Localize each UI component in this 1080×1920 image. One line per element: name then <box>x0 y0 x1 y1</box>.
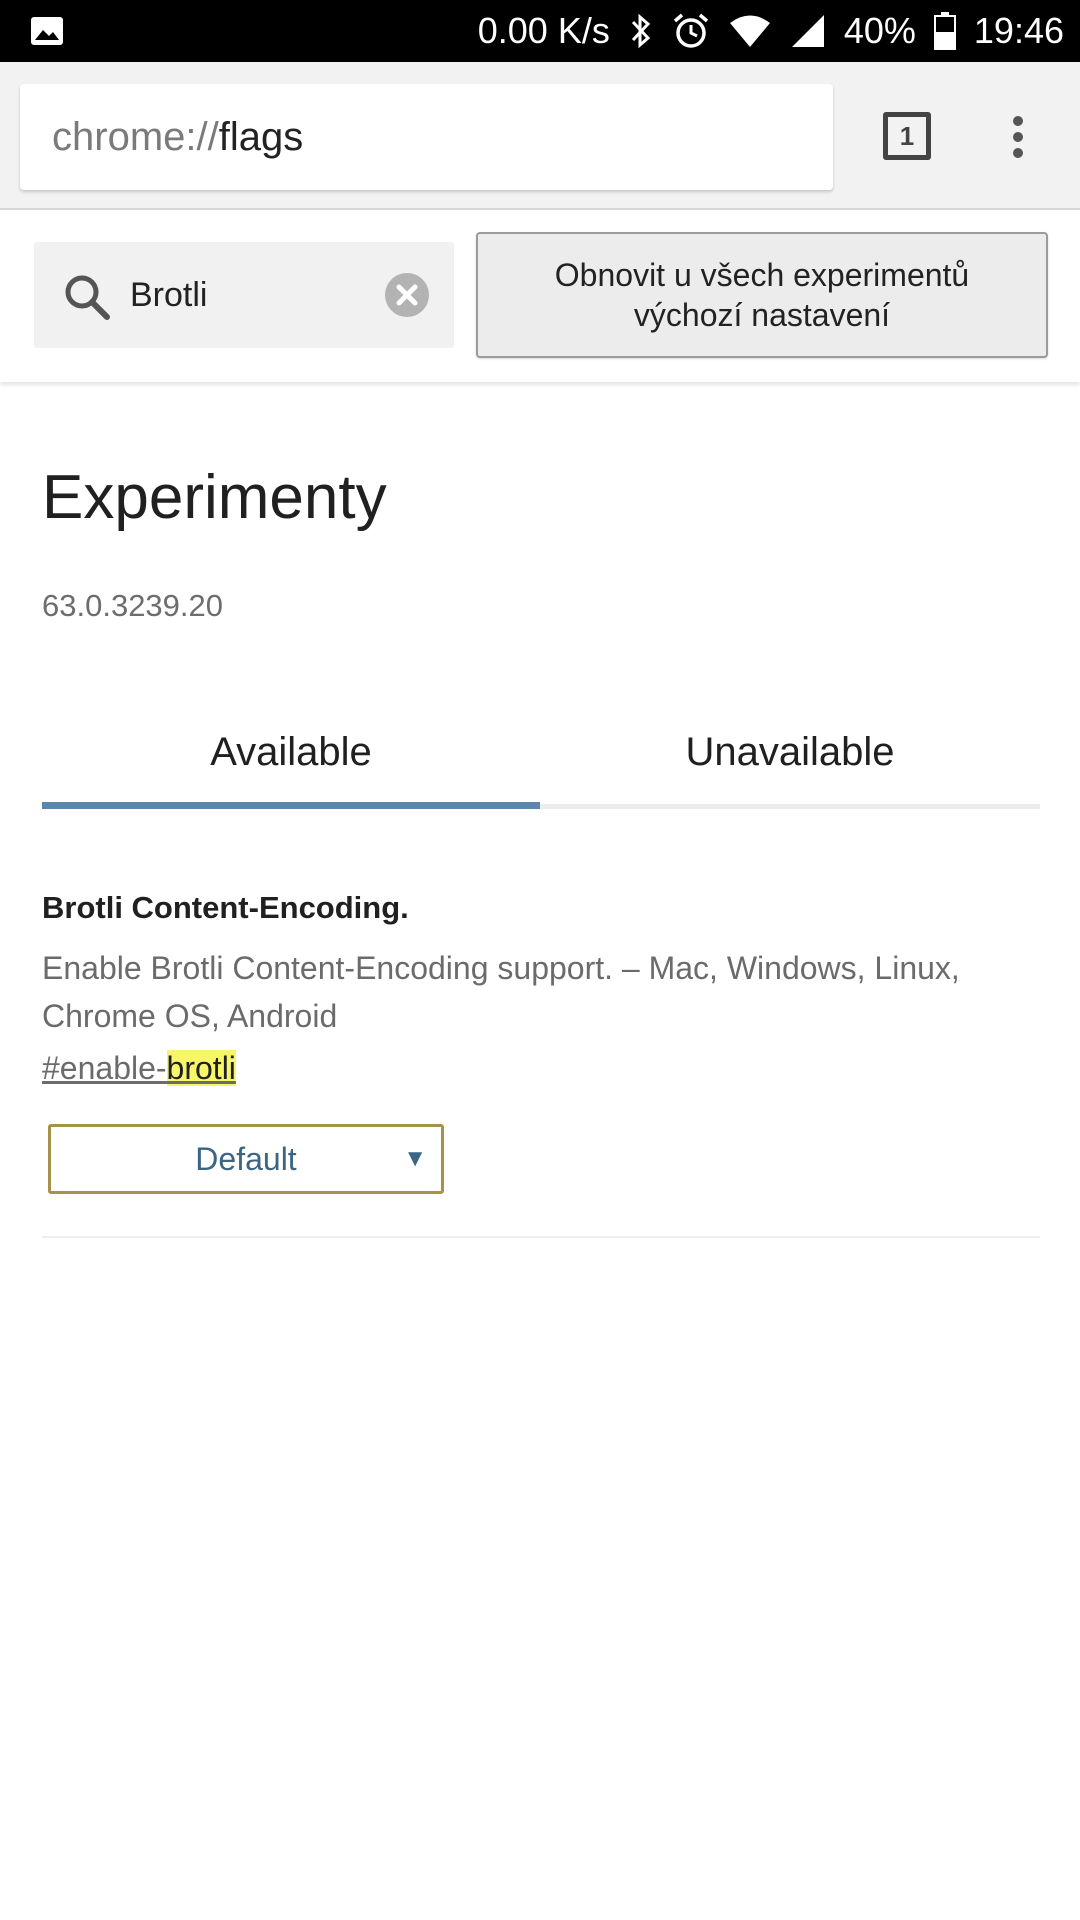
clock: 19:46 <box>973 10 1064 51</box>
tab-unavailable[interactable]: Unavailable <box>540 700 1040 804</box>
selected-option: Default <box>195 1140 297 1177</box>
experiment-permalink[interactable]: #enable-brotli <box>42 1044 236 1092</box>
permalink-highlight: brotli <box>166 1050 236 1086</box>
status-bar: 0.00 K/s 40% 19:46 <box>0 0 1080 62</box>
battery-level: 40% <box>843 10 916 51</box>
address-bar[interactable]: chrome://flags <box>20 84 833 190</box>
search-icon <box>65 275 110 320</box>
image-icon <box>31 17 63 45</box>
reset-button-line1: Obnovit u všech experimentů <box>554 257 970 293</box>
experiment-description: Enable Brotli Content-Encoding support. … <box>42 950 960 1034</box>
reset-all-button[interactable]: Obnovit u všech experimentů výchozí nast… <box>476 232 1048 358</box>
menu-dot-icon <box>1013 148 1023 158</box>
dropdown-arrow-icon: ▼ <box>403 1145 427 1172</box>
clear-search-icon[interactable] <box>384 272 430 318</box>
search-input[interactable] <box>130 242 370 348</box>
wifi-icon <box>729 15 770 47</box>
experiment-item: Brotli Content-Encoding. Enable Brotli C… <box>42 890 1040 1194</box>
url-scheme: chrome:// <box>52 114 219 159</box>
reset-button-line2: výchozí nastavení <box>633 297 891 333</box>
version-label: 63.0.3239.20 <box>42 588 224 623</box>
network-speed: 0.00 K/s <box>477 10 610 51</box>
bluetooth-icon <box>631 13 650 49</box>
tab-available[interactable]: Available <box>42 700 540 804</box>
tab-count: 1 <box>899 120 915 151</box>
page-title: Experimenty <box>42 463 387 532</box>
menu-dot-icon <box>1013 116 1023 126</box>
search-box <box>34 242 454 348</box>
tab-switcher-button[interactable]: 1 <box>883 112 931 160</box>
tab-bar: Available Unavailable <box>42 700 1040 812</box>
url-host: flags <box>218 114 304 159</box>
overflow-menu-button[interactable] <box>1000 112 1036 162</box>
active-tab-indicator <box>42 802 540 809</box>
experiment-title: Brotli Content-Encoding. <box>42 890 409 925</box>
signal-icon <box>791 15 824 47</box>
menu-dot-icon <box>1013 132 1023 142</box>
browser-toolbar: chrome://flags 1 <box>0 62 1080 210</box>
flags-header: Obnovit u všech experimentů výchozí nast… <box>0 212 1080 382</box>
battery-icon <box>933 12 956 50</box>
experiment-state-select[interactable]: Default ▼ <box>48 1124 444 1194</box>
permalink-prefix: #enable- <box>42 1050 167 1086</box>
divider <box>42 1236 1040 1238</box>
alarm-icon <box>673 13 708 48</box>
